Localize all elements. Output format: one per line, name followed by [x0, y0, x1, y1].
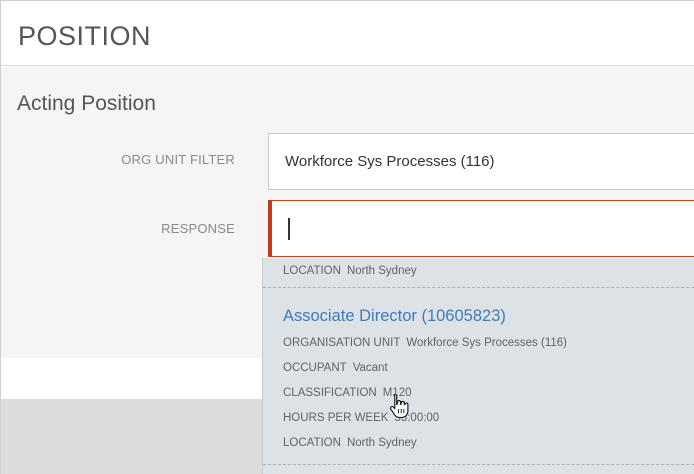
response-dropdown[interactable]: LOCATION North Sydney Associate Director …: [262, 258, 694, 474]
option-title: Associate Director (10605823): [283, 307, 506, 325]
bottom-grey-panel: [1, 399, 262, 474]
option-detail-row: LOCATION North Sydney: [283, 437, 417, 449]
title-bar: POSITION: [1, 1, 694, 66]
response-label: RESPONSE: [161, 221, 235, 236]
option-detail-row: LOCATION North Sydney: [283, 265, 417, 277]
option-detail-row: ORGANISATION UNIT Workforce Sys Processes…: [283, 337, 567, 349]
option-detail-row: HOURS PER WEEK 35:00:00: [283, 412, 440, 424]
org-unit-filter-value: Workforce Sys Processes (116): [285, 153, 495, 170]
option-detail-row: OCCUPANT Vacant: [283, 362, 388, 374]
bottom-left-panel: [1, 358, 262, 399]
response-input[interactable]: [268, 200, 694, 257]
page-title: POSITION: [18, 21, 152, 51]
org-unit-filter-label: ORG UNIT FILTER: [121, 152, 235, 167]
org-unit-filter-field[interactable]: Workforce Sys Processes (116): [268, 133, 694, 190]
text-caret: [288, 218, 290, 240]
dropdown-option-previous[interactable]: LOCATION North Sydney: [263, 258, 694, 288]
section-title: Acting Position: [17, 92, 156, 115]
hand-pointer-icon: [388, 393, 412, 419]
dropdown-option[interactable]: Associate Director (10605823) ORGANISATI…: [263, 289, 694, 465]
